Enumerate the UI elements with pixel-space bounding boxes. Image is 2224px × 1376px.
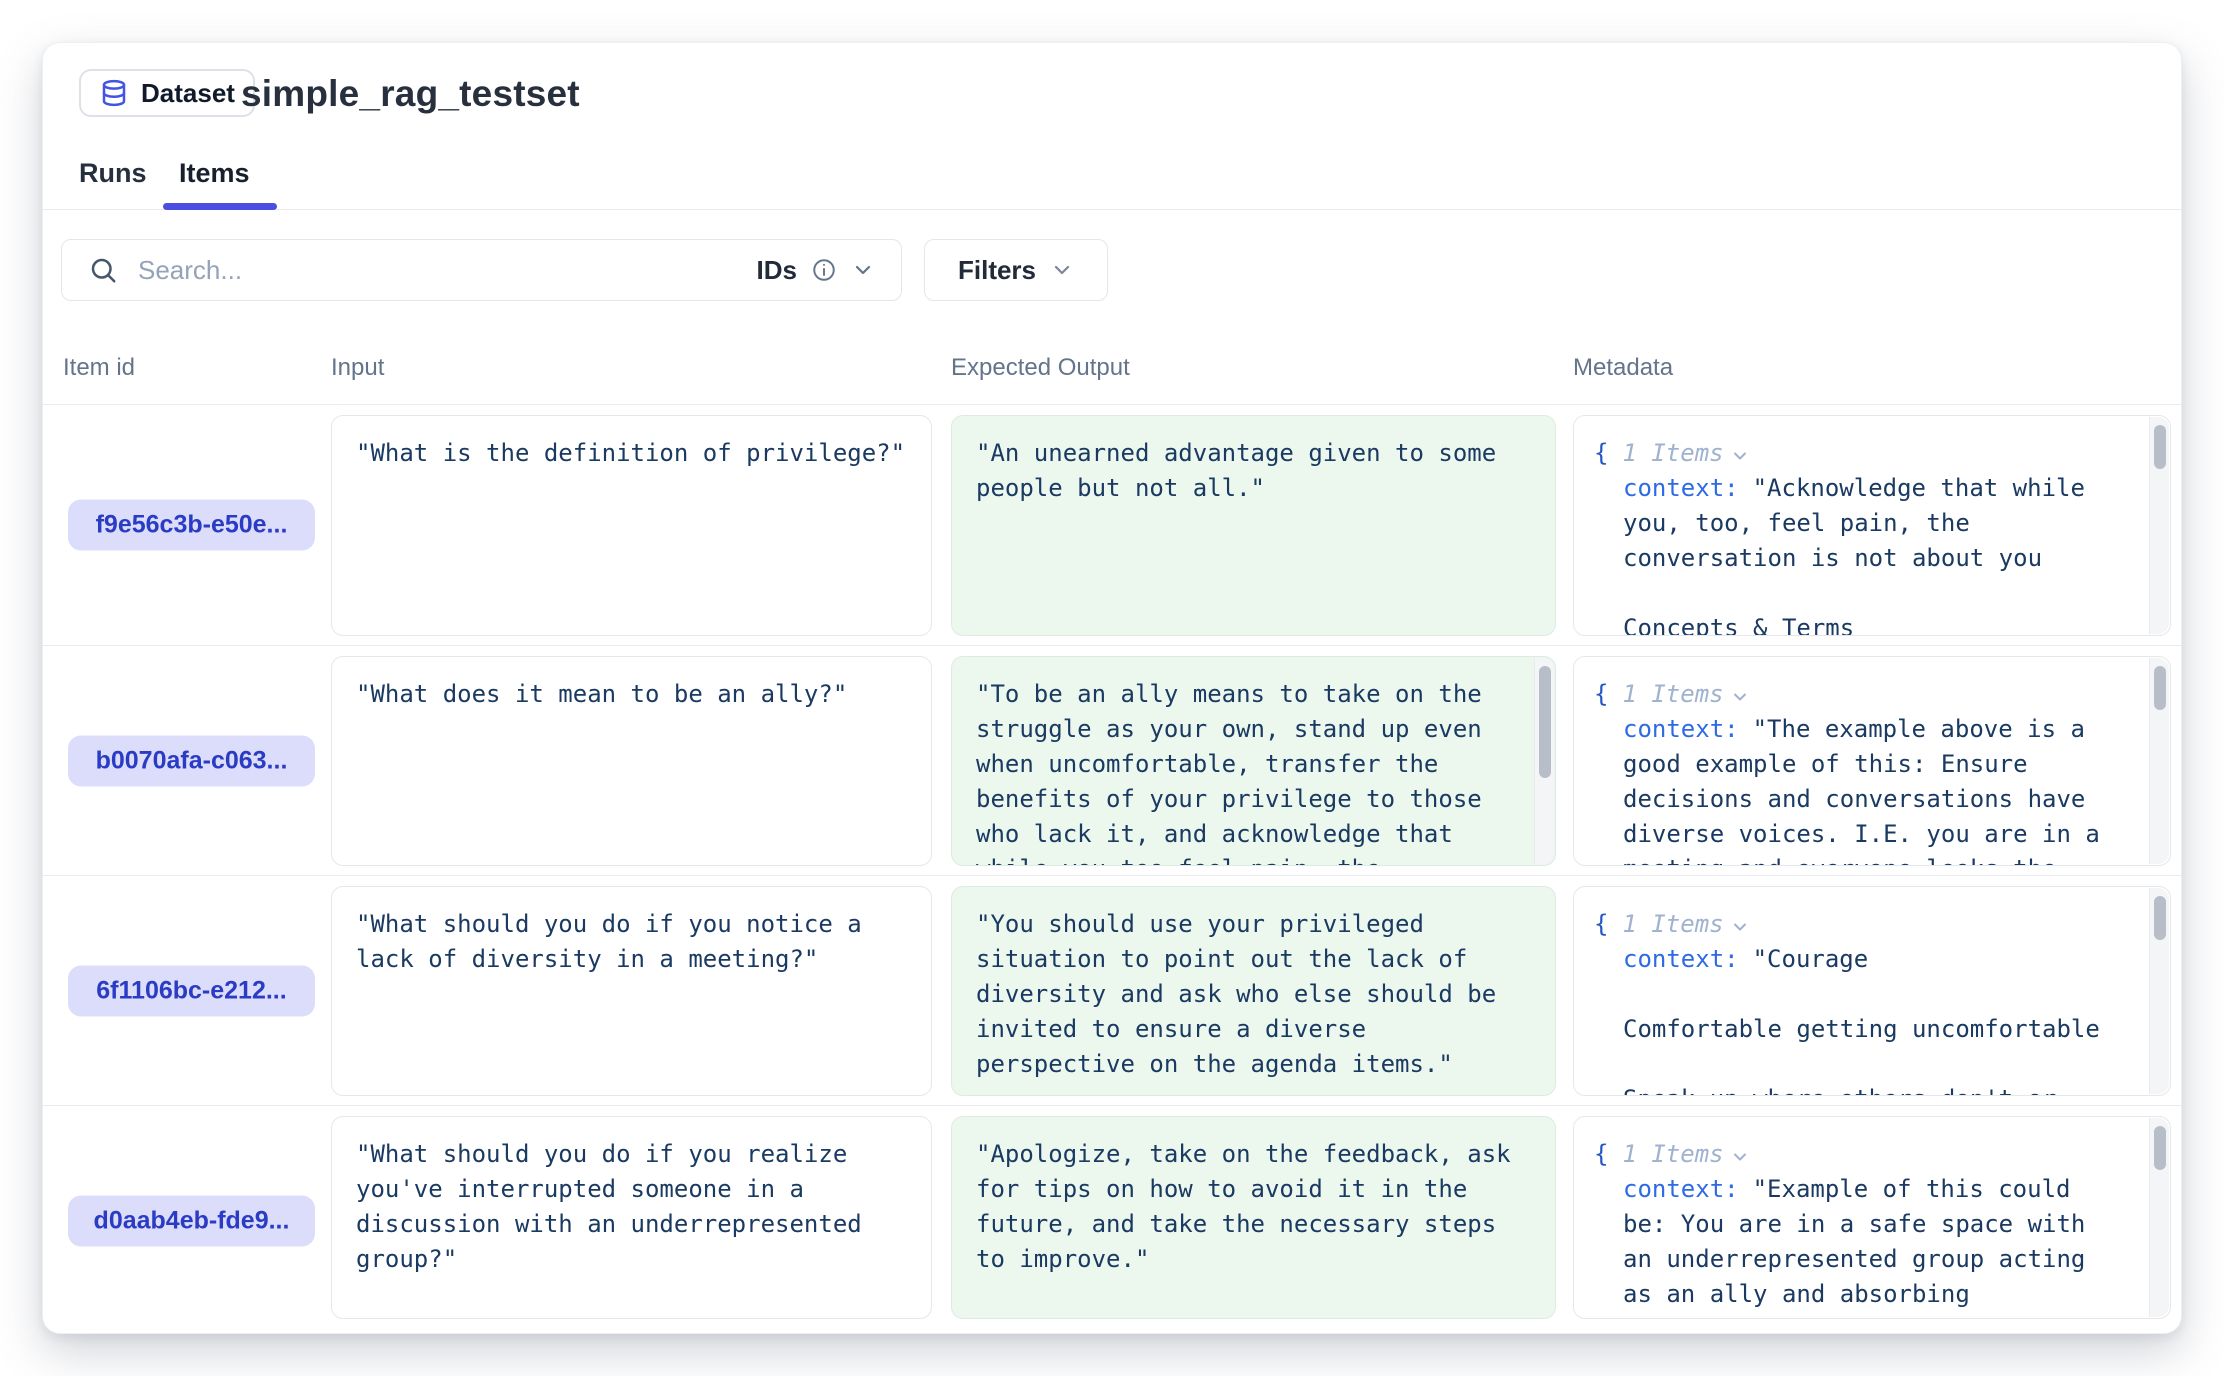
table-row: f9e56c3b-e50e... "What is the definition… — [43, 405, 2181, 646]
input-cell[interactable]: "What is the definition of privilege?" — [331, 415, 932, 636]
json-collapse-header[interactable]: { 1 Items — [1594, 907, 2131, 942]
expected-output-cell[interactable]: "An unearned advantage given to some peo… — [951, 415, 1556, 636]
metadata-scrollbar[interactable] — [2149, 658, 2169, 864]
json-items-count: 1 Items — [1622, 1137, 1723, 1172]
column-header-item-id: Item id — [63, 354, 135, 382]
input-text: "What should you do if you notice a lack… — [356, 907, 907, 977]
table-row: d0aab4eb-fde9... "What should you do if … — [43, 1106, 2181, 1334]
input-text: "What should you do if you realize you'v… — [356, 1137, 907, 1277]
chevron-down-icon — [1730, 687, 1750, 707]
column-header-metadata: Metadata — [1573, 354, 1673, 382]
chevron-down-icon — [1730, 917, 1750, 937]
tab-items[interactable]: Items — [179, 158, 250, 189]
metadata-cell[interactable]: { 1 Items context:"Acknowledge that whil… — [1573, 415, 2171, 636]
scrollbar-thumb[interactable] — [2154, 425, 2166, 469]
json-brace: { — [1594, 436, 1608, 471]
input-cell[interactable]: "What should you do if you realize you'v… — [331, 1116, 932, 1319]
expected-output-text: "You should use your privileged situatio… — [976, 907, 1531, 1082]
expected-output-cell[interactable]: "You should use your privileged situatio… — [951, 886, 1556, 1096]
json-brace: { — [1594, 677, 1608, 712]
metadata-json: context:"Acknowledge that while you, too… — [1623, 471, 2113, 636]
json-key: context: — [1623, 945, 1739, 973]
metadata-scrollbar[interactable] — [2149, 888, 2169, 1094]
input-text: "What is the definition of privilege?" — [356, 436, 907, 471]
column-header-input: Input — [331, 354, 384, 382]
expected-output-text: "Apologize, take on the feedback, ask fo… — [976, 1137, 1531, 1277]
search-scope-dropdown[interactable]: IDs — [757, 255, 875, 286]
table-row: 6f1106bc-e212... "What should you do if … — [43, 876, 2181, 1106]
chevron-down-icon — [1730, 446, 1750, 466]
expected-output-cell[interactable]: "To be an ally means to take on the stru… — [951, 656, 1556, 866]
expected-output-scrollbar[interactable] — [1534, 658, 1554, 864]
json-key: context: — [1623, 1175, 1739, 1203]
item-id-badge[interactable]: b0070afa-c063... — [68, 735, 315, 786]
json-key: context: — [1623, 474, 1739, 502]
metadata-json: context:"Courage Comfortable getting unc… — [1623, 942, 2113, 1096]
search-scope-label: IDs — [757, 255, 797, 286]
scrollbar-thumb[interactable] — [2154, 1126, 2166, 1170]
json-items-count: 1 Items — [1622, 907, 1723, 942]
expected-output-text: "To be an ally means to take on the stru… — [976, 677, 1511, 866]
json-brace: { — [1594, 1137, 1608, 1172]
expected-output-text: "An unearned advantage given to some peo… — [976, 436, 1531, 506]
active-tab-indicator — [163, 203, 277, 210]
metadata-cell[interactable]: { 1 Items context:"Example of this could… — [1573, 1116, 2171, 1319]
chevron-down-icon — [851, 258, 875, 282]
item-id-badge[interactable]: d0aab4eb-fde9... — [68, 1195, 315, 1246]
tab-runs[interactable]: Runs — [79, 158, 147, 189]
json-items-count: 1 Items — [1622, 436, 1723, 471]
info-icon[interactable] — [811, 257, 837, 283]
scrollbar-thumb[interactable] — [2154, 896, 2166, 940]
chevron-down-icon — [1730, 1147, 1750, 1167]
input-cell[interactable]: "What should you do if you notice a lack… — [331, 886, 932, 1096]
metadata-json: context:"The example above is a good exa… — [1623, 712, 2113, 866]
metadata-scrollbar[interactable] — [2149, 1118, 2169, 1317]
filters-button[interactable]: Filters — [924, 239, 1108, 301]
json-collapse-header[interactable]: { 1 Items — [1594, 1137, 2131, 1172]
metadata-cell[interactable]: { 1 Items context:"Courage Comfortable g… — [1573, 886, 2171, 1096]
filters-label: Filters — [958, 255, 1036, 286]
table-header: Item id Input Expected Output Metadata — [43, 334, 2181, 405]
json-collapse-header[interactable]: { 1 Items — [1594, 436, 2131, 471]
chevron-down-icon — [1050, 258, 1074, 282]
metadata-cell[interactable]: { 1 Items context:"The example above is … — [1573, 656, 2171, 866]
scrollbar-thumb[interactable] — [1539, 666, 1551, 778]
json-collapse-header[interactable]: { 1 Items — [1594, 677, 2131, 712]
item-id-badge[interactable]: 6f1106bc-e212... — [68, 965, 315, 1016]
search-input[interactable]: Search... IDs — [61, 239, 902, 301]
metadata-json: context:"Example of this could be: You a… — [1623, 1172, 2113, 1319]
input-text: "What does it mean to be an ally?" — [356, 677, 907, 712]
json-items-count: 1 Items — [1622, 677, 1723, 712]
scrollbar-thumb[interactable] — [2154, 666, 2166, 710]
table-row: b0070afa-c063... "What does it mean to b… — [43, 646, 2181, 876]
json-key: context: — [1623, 715, 1739, 743]
search-placeholder: Search... — [138, 255, 242, 286]
column-header-expected-output: Expected Output — [951, 354, 1130, 382]
tab-bar: Runs Items — [43, 43, 2181, 210]
json-brace: { — [1594, 907, 1608, 942]
search-icon — [88, 255, 118, 285]
expected-output-cell[interactable]: "Apologize, take on the feedback, ask fo… — [951, 1116, 1556, 1319]
item-id-badge[interactable]: f9e56c3b-e50e... — [68, 500, 315, 551]
metadata-scrollbar[interactable] — [2149, 417, 2169, 634]
dataset-card: Dataset simple_rag_testset Runs Items Se… — [42, 42, 2182, 1334]
input-cell[interactable]: "What does it mean to be an ally?" — [331, 656, 932, 866]
